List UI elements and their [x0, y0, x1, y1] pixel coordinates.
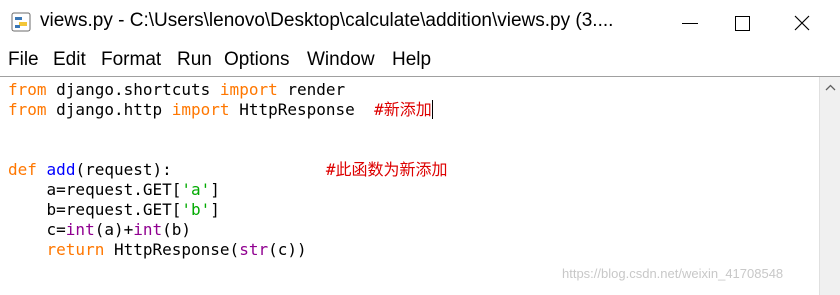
code-token: 'a' — [181, 180, 211, 199]
code-editor[interactable]: from django.shortcuts import render from … — [0, 76, 840, 295]
code-line: def add(request): #此函数为新添加 — [8, 160, 448, 180]
code-line: c=int(a)+int(b) — [8, 220, 448, 240]
code-token: HttpResponse — [229, 100, 375, 119]
code-token: (request): — [75, 160, 326, 179]
watermark: https://blog.csdn.net/weixin_41708548 — [562, 266, 784, 281]
code-token: 'b' — [181, 200, 211, 219]
code-token: from — [8, 80, 47, 99]
code-token: ] — [210, 200, 220, 219]
minimize-button[interactable] — [660, 0, 720, 46]
code-token: render — [277, 80, 346, 99]
code-line: return HttpResponse(str(c)) — [8, 240, 448, 260]
code-token: (a)+ — [94, 220, 134, 239]
code-token: str — [239, 240, 269, 259]
close-button[interactable] — [772, 0, 832, 46]
menu-run[interactable]: Run — [177, 49, 212, 71]
maximize-icon — [734, 15, 750, 31]
minimize-icon — [682, 22, 698, 24]
code-token: return — [46, 240, 105, 259]
menu-file[interactable]: File — [8, 49, 39, 71]
python-idle-icon — [11, 12, 31, 32]
code-token: import — [171, 100, 230, 119]
close-icon — [794, 15, 810, 31]
code-token: django.shortcuts — [46, 80, 220, 99]
vertical-scrollbar[interactable] — [819, 77, 840, 295]
code-line: from django.shortcuts import render — [8, 80, 448, 100]
code-token: #此函数为新添加 — [325, 160, 448, 179]
menu-bar: File Edit Format Run Options Window Help — [0, 46, 840, 76]
code-token: def — [8, 160, 37, 179]
code-token: (b) — [162, 220, 192, 239]
menu-options[interactable]: Options — [224, 49, 289, 71]
code-token: import — [219, 80, 278, 99]
code-token: (c)) — [268, 240, 307, 259]
code-line: b=request.GET['b'] — [8, 200, 448, 220]
code-token: ] — [210, 180, 220, 199]
code-token: int — [133, 220, 163, 239]
code-token: add — [46, 160, 76, 179]
title-bar: views.py - C:\Users\lenovo\Desktop\calcu… — [0, 0, 840, 46]
code-token: django.http — [46, 100, 172, 119]
code-token: a=request.GET[ — [8, 180, 182, 199]
code-token: int — [65, 220, 95, 239]
menu-help[interactable]: Help — [392, 49, 431, 71]
code-token: HttpResponse( — [104, 240, 240, 259]
chevron-up-icon — [825, 84, 835, 90]
menu-format[interactable]: Format — [101, 49, 161, 71]
text-cursor — [431, 100, 433, 119]
code-token: b=request.GET[ — [8, 200, 182, 219]
code-token: #新添加 — [374, 100, 432, 119]
code-token: from — [8, 100, 47, 119]
window-title: views.py - C:\Users\lenovo\Desktop\calcu… — [40, 10, 614, 31]
menu-window[interactable]: Window — [307, 49, 375, 71]
menu-edit[interactable]: Edit — [53, 49, 86, 71]
maximize-button[interactable] — [712, 0, 772, 46]
code-token: c= — [8, 220, 66, 239]
code-line: from django.http import HttpResponse #新添… — [8, 100, 448, 120]
scroll-up-button[interactable] — [820, 77, 840, 97]
code-text: from django.shortcuts import render from … — [8, 80, 448, 260]
code-line: a=request.GET['a'] — [8, 180, 448, 200]
